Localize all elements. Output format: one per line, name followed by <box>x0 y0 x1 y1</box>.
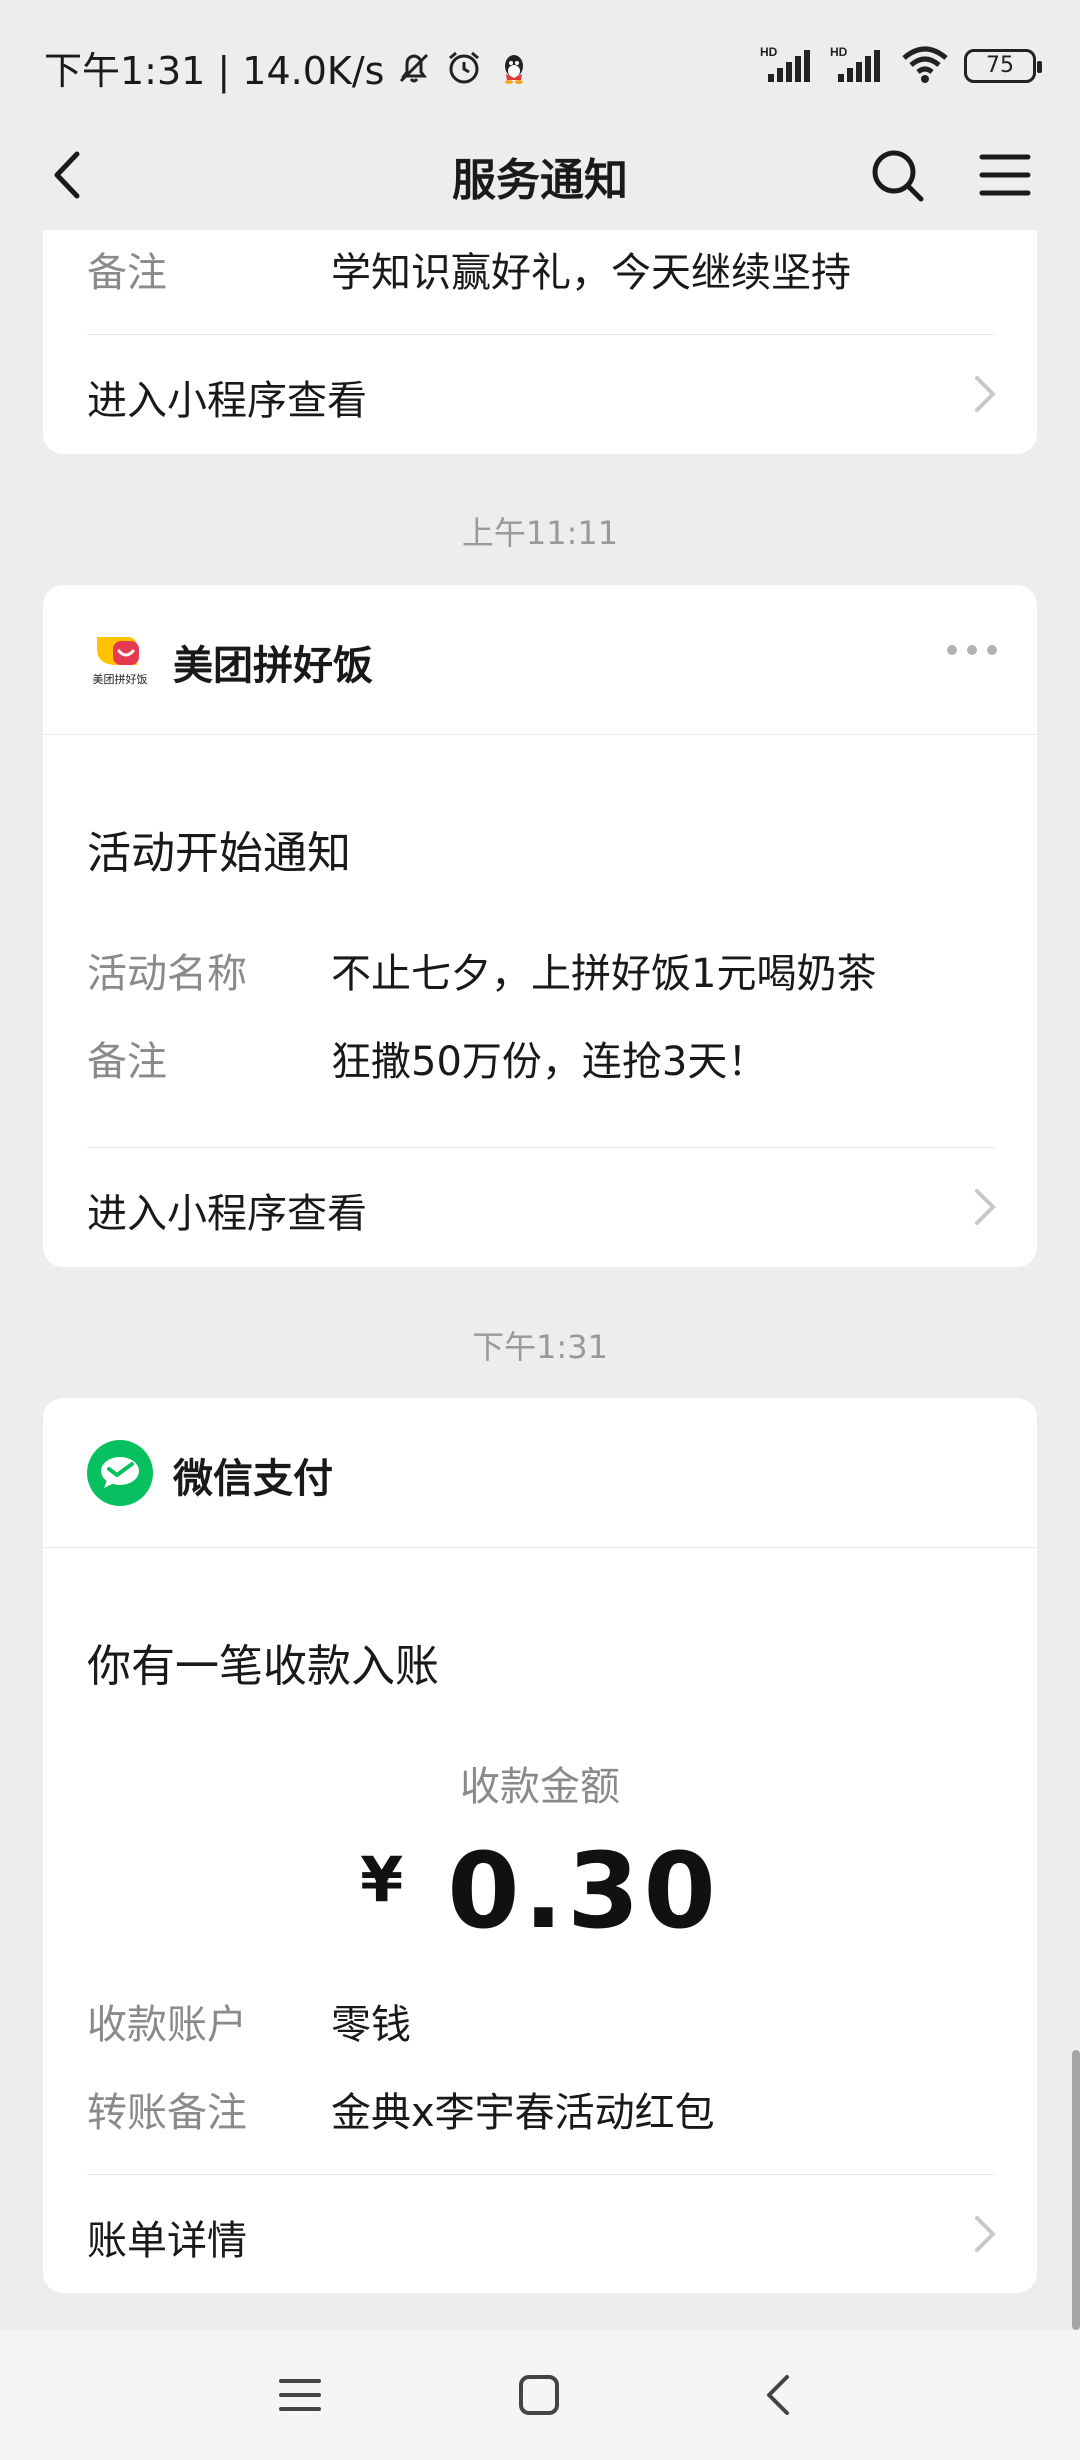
mute-bell-icon <box>394 48 434 88</box>
link-label: 账单详情 <box>87 2218 247 2264</box>
status-time-speed: 下午1:31 | 14.0K/s <box>44 49 385 93</box>
svg-text:HD: HD <box>760 45 778 59</box>
battery-indicator: 75 <box>964 49 1042 83</box>
open-miniprogram-link[interactable]: 进入小程序查看 <box>43 1149 1037 1267</box>
chevron-right-icon <box>975 2216 996 2252</box>
recent-apps-button[interactable] <box>265 2360 335 2430</box>
message-list[interactable]: 备注 学知识赢好礼，今天继续坚持 进入小程序查看 上午11:11 美团拼好饭 美… <box>0 230 1080 2330</box>
signal-icon: HD <box>760 44 816 88</box>
link-label: 进入小程序查看 <box>87 1191 367 1237</box>
screen: 下午1:31 | 14.0K/s HD HD 75 服务通知 备注 学知识赢好礼… <box>0 0 1080 2460</box>
hamburger-icon <box>979 154 1031 196</box>
scrollbar[interactable] <box>1072 2050 1080 2330</box>
notification-card-wechat-pay[interactable]: 微信支付 你有一笔收款入账 收款金额 ¥0.30 收款账户 零钱 转账备注 金典… <box>43 1398 1037 2293</box>
remark-label: 备注 <box>87 250 167 296</box>
amount-display: ¥0.30 <box>43 1830 1037 1952</box>
timestamp: 上午11:11 <box>461 514 619 552</box>
remark-value: 学知识赢好礼，今天继续坚持 <box>331 250 851 296</box>
transfer-remark-label: 转账备注 <box>87 2090 247 2136</box>
activity-name-label: 活动名称 <box>87 951 247 997</box>
meituan-logo-icon: 美团拼好饭 <box>87 627 153 693</box>
system-back-button[interactable] <box>743 2360 813 2430</box>
divider <box>87 2174 995 2175</box>
amount-label: 收款金额 <box>460 1764 620 1810</box>
home-button[interactable] <box>504 2360 574 2430</box>
nav-bar: 服务通知 <box>0 120 1080 230</box>
wechat-pay-logo-icon <box>87 1440 153 1506</box>
wifi-icon <box>900 44 950 88</box>
back-arrow-icon <box>767 2375 789 2415</box>
system-nav-bar <box>0 2330 1080 2460</box>
receiving-account-value: 零钱 <box>331 2002 411 2048</box>
status-left: 下午1:31 | 14.0K/s <box>44 40 534 95</box>
remark-label: 备注 <box>87 1039 167 1085</box>
home-square-icon <box>519 2375 559 2415</box>
svg-text:美团拼好饭: 美团拼好饭 <box>93 672 148 686</box>
card-header: 微信支付 <box>43 1398 1037 1548</box>
notification-card-partial: 备注 学知识赢好礼，今天继续坚持 进入小程序查看 <box>43 230 1037 454</box>
chevron-right-icon <box>975 1189 996 1225</box>
divider <box>87 334 995 335</box>
chevron-right-icon <box>975 376 996 412</box>
dot <box>947 645 957 655</box>
search-button[interactable] <box>860 138 934 212</box>
link-label: 进入小程序查看 <box>87 378 367 424</box>
menu-button[interactable] <box>968 138 1042 212</box>
status-bar: 下午1:31 | 14.0K/s HD HD 75 <box>0 0 1080 120</box>
card-title: 你有一笔收款入账 <box>87 1641 439 1692</box>
card-title: 活动开始通知 <box>87 828 351 879</box>
card-header: 美团拼好饭 美团拼好饭 <box>43 585 1037 735</box>
activity-name-value: 不止七夕，上拼好饭1元喝奶茶 <box>331 951 877 997</box>
qq-penguin-icon <box>494 48 534 88</box>
search-icon <box>872 150 924 202</box>
more-options-button[interactable] <box>947 645 997 655</box>
bill-details-link[interactable]: 账单详情 <box>43 2176 1037 2293</box>
signal-icon: HD <box>830 44 886 88</box>
amount-value: 0.30 <box>447 1830 720 1952</box>
dot <box>987 645 997 655</box>
divider <box>87 1147 995 1148</box>
dot <box>967 645 977 655</box>
currency-symbol: ¥ <box>360 1843 404 1916</box>
open-miniprogram-link[interactable]: 进入小程序查看 <box>43 336 1037 454</box>
status-right: HD HD 75 <box>760 44 1042 88</box>
receiving-account-label: 收款账户 <box>87 2002 247 2048</box>
menu-lines-icon <box>279 2379 321 2411</box>
transfer-remark-value: 金典x李宇春活动红包 <box>331 2090 715 2136</box>
notification-card-meituan[interactable]: 美团拼好饭 美团拼好饭 活动开始通知 活动名称 不止七夕，上拼好饭1元喝奶茶 备… <box>43 585 1037 1267</box>
svg-text:HD: HD <box>830 45 848 59</box>
alarm-clock-icon <box>444 48 484 88</box>
timestamp: 下午1:31 <box>472 1328 608 1366</box>
source-name: 美团拼好饭 <box>173 643 373 689</box>
source-name: 微信支付 <box>173 1456 333 1502</box>
remark-value: 狂撒50万份，连抢3天！ <box>331 1039 768 1085</box>
